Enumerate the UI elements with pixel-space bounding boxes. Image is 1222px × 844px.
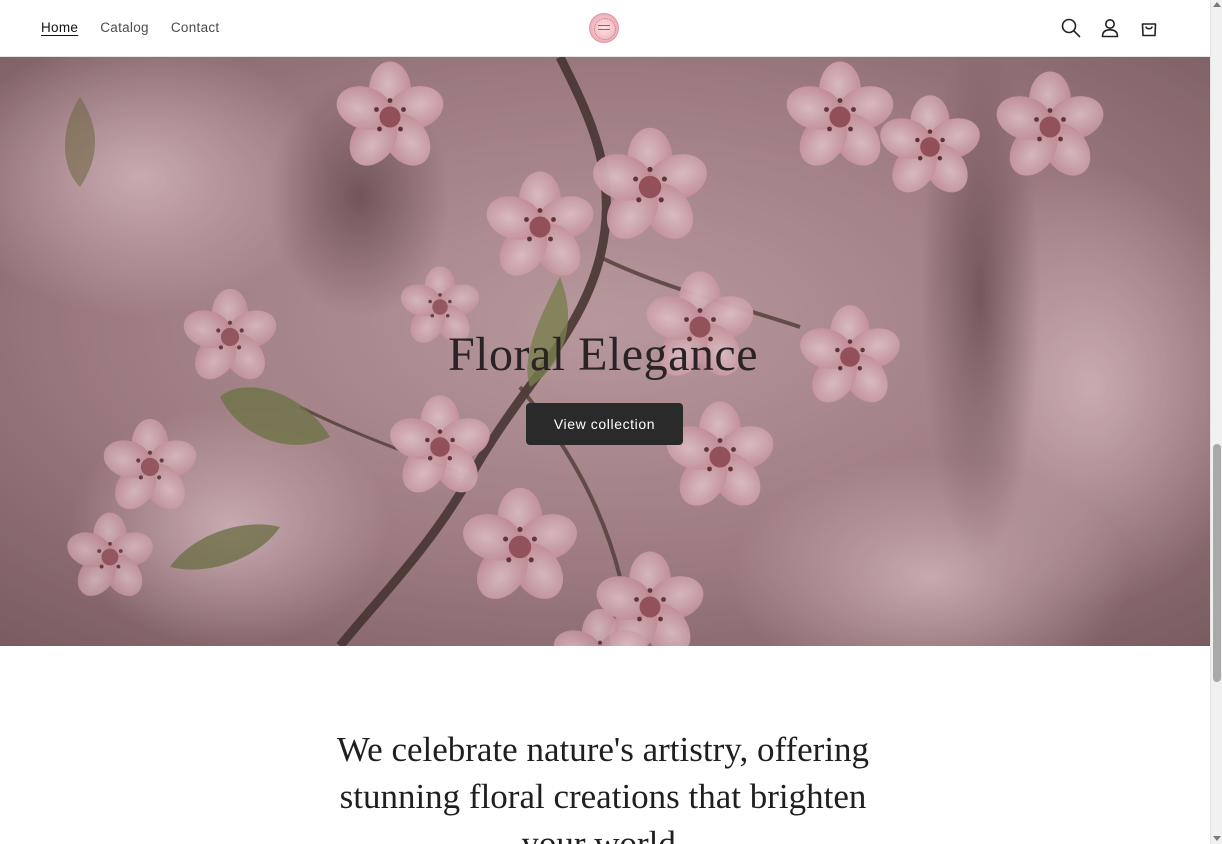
nav-catalog-link[interactable]: Catalog	[100, 19, 149, 37]
header-icons	[1060, 17, 1160, 39]
flower-shop-logo[interactable]	[589, 13, 619, 43]
scrollbar-thumb[interactable]	[1213, 444, 1221, 682]
scroll-up-arrow-icon[interactable]	[1213, 2, 1221, 7]
account-icon[interactable]	[1099, 17, 1121, 39]
intro-line: your world.	[521, 824, 685, 844]
hero-title: Floral Elegance	[447, 328, 759, 381]
logo-text-line	[598, 25, 610, 26]
intro-line: stunning floral creations that brighten	[339, 777, 867, 816]
intro-text: We celebrate nature's artistry, offering…	[0, 726, 1206, 844]
hero-banner: Floral Elegance View collection	[0, 57, 1210, 646]
view-collection-button[interactable]: View collection	[526, 403, 683, 445]
logo-text-line	[598, 29, 610, 30]
search-icon[interactable]	[1060, 17, 1082, 39]
page: Home Catalog Contact Floral Elegance Vie…	[0, 0, 1210, 844]
page-scrollbar[interactable]	[1210, 0, 1222, 844]
nav-contact-link[interactable]: Contact	[171, 19, 220, 37]
site-header: Home Catalog Contact	[0, 0, 1210, 57]
scroll-down-arrow-icon[interactable]	[1213, 836, 1221, 841]
intro-line: We celebrate nature's artistry, offering	[336, 730, 870, 769]
nav-home-link[interactable]: Home	[41, 19, 78, 37]
cart-icon[interactable]	[1138, 17, 1160, 39]
main-nav: Home Catalog Contact	[41, 19, 241, 37]
